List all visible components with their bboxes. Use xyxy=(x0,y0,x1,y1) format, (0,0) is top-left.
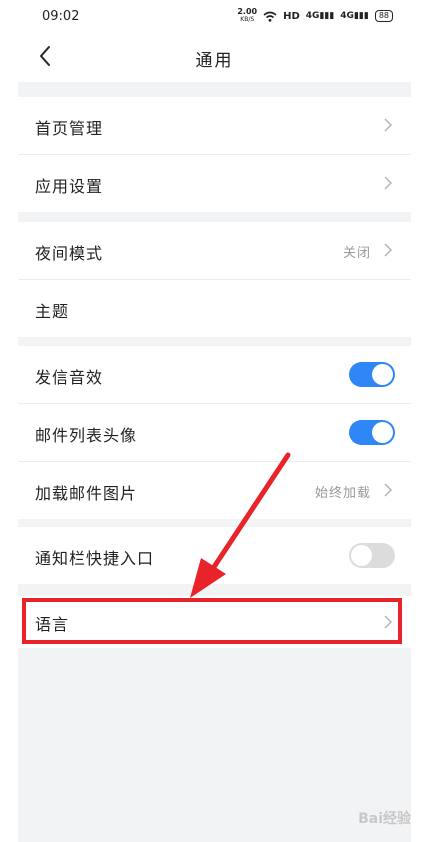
notification-shortcut-toggle[interactable] xyxy=(349,543,395,568)
wifi-icon xyxy=(263,11,277,22)
row-app-settings[interactable]: 应用设置 xyxy=(18,155,411,212)
page-title: 通用 xyxy=(195,51,234,71)
row-label: 夜间模式 xyxy=(35,244,104,263)
network-speed: 2.00 KB/S xyxy=(237,7,258,24)
row-label: 应用设置 xyxy=(35,177,104,196)
row-night-mode[interactable]: 夜间模式 关闭 xyxy=(18,222,411,280)
status-time: 09:02 xyxy=(42,9,80,24)
nav-bar: 通用 xyxy=(18,34,411,82)
watermark: Bai经验 xyxy=(358,811,411,827)
chevron-right-icon xyxy=(384,118,393,132)
row-send-sound: 发信音效 xyxy=(18,346,411,404)
settings-group-2: 夜间模式 关闭 主题 xyxy=(18,222,411,337)
chevron-right-icon xyxy=(384,243,393,257)
toggle-knob xyxy=(372,422,393,443)
row-notification-shortcut: 通知栏快捷入口 xyxy=(18,527,411,584)
highlight-box xyxy=(22,598,402,644)
status-icons: 2.00 KB/S HD 4G▮▮▮ 4G▮▮▮ 88 xyxy=(237,8,393,24)
battery-icon: 88 xyxy=(374,10,393,22)
row-label: 通知栏快捷入口 xyxy=(35,549,155,568)
row-mail-avatar: 邮件列表头像 xyxy=(18,404,411,462)
phone-screen: 09:02 2.00 KB/S HD 4G▮▮▮ 4G▮▮▮ 88 通用 首页管… xyxy=(18,0,411,842)
send-sound-toggle[interactable] xyxy=(349,362,395,387)
status-bar: 09:02 2.00 KB/S HD 4G▮▮▮ 4G▮▮▮ 88 xyxy=(18,0,411,34)
settings-group-1: 首页管理 应用设置 xyxy=(18,97,411,212)
signal-icon-2: 4G▮▮▮ xyxy=(340,11,369,21)
row-load-images[interactable]: 加载邮件图片 始终加载 xyxy=(18,462,411,519)
toggle-knob xyxy=(351,545,372,566)
signal-icon: 4G▮▮▮ xyxy=(305,11,335,21)
hd-label: HD xyxy=(283,10,300,22)
chevron-right-icon xyxy=(384,483,393,497)
row-label: 邮件列表头像 xyxy=(35,426,138,445)
settings-group-3: 发信音效 邮件列表头像 加载邮件图片 始终加载 xyxy=(18,346,411,519)
row-value: 关闭 xyxy=(342,246,371,261)
row-label: 发信音效 xyxy=(35,368,104,387)
row-label: 加载邮件图片 xyxy=(35,484,138,503)
row-theme[interactable]: 主题 xyxy=(18,280,411,337)
row-home-management[interactable]: 首页管理 xyxy=(18,97,411,155)
mail-avatar-toggle[interactable] xyxy=(349,420,395,445)
row-label: 主题 xyxy=(35,302,70,321)
row-value: 始终加载 xyxy=(314,486,371,501)
toggle-knob xyxy=(372,364,393,385)
settings-group-4: 通知栏快捷入口 xyxy=(18,527,411,584)
row-label: 首页管理 xyxy=(35,119,104,138)
chevron-right-icon xyxy=(384,176,393,190)
